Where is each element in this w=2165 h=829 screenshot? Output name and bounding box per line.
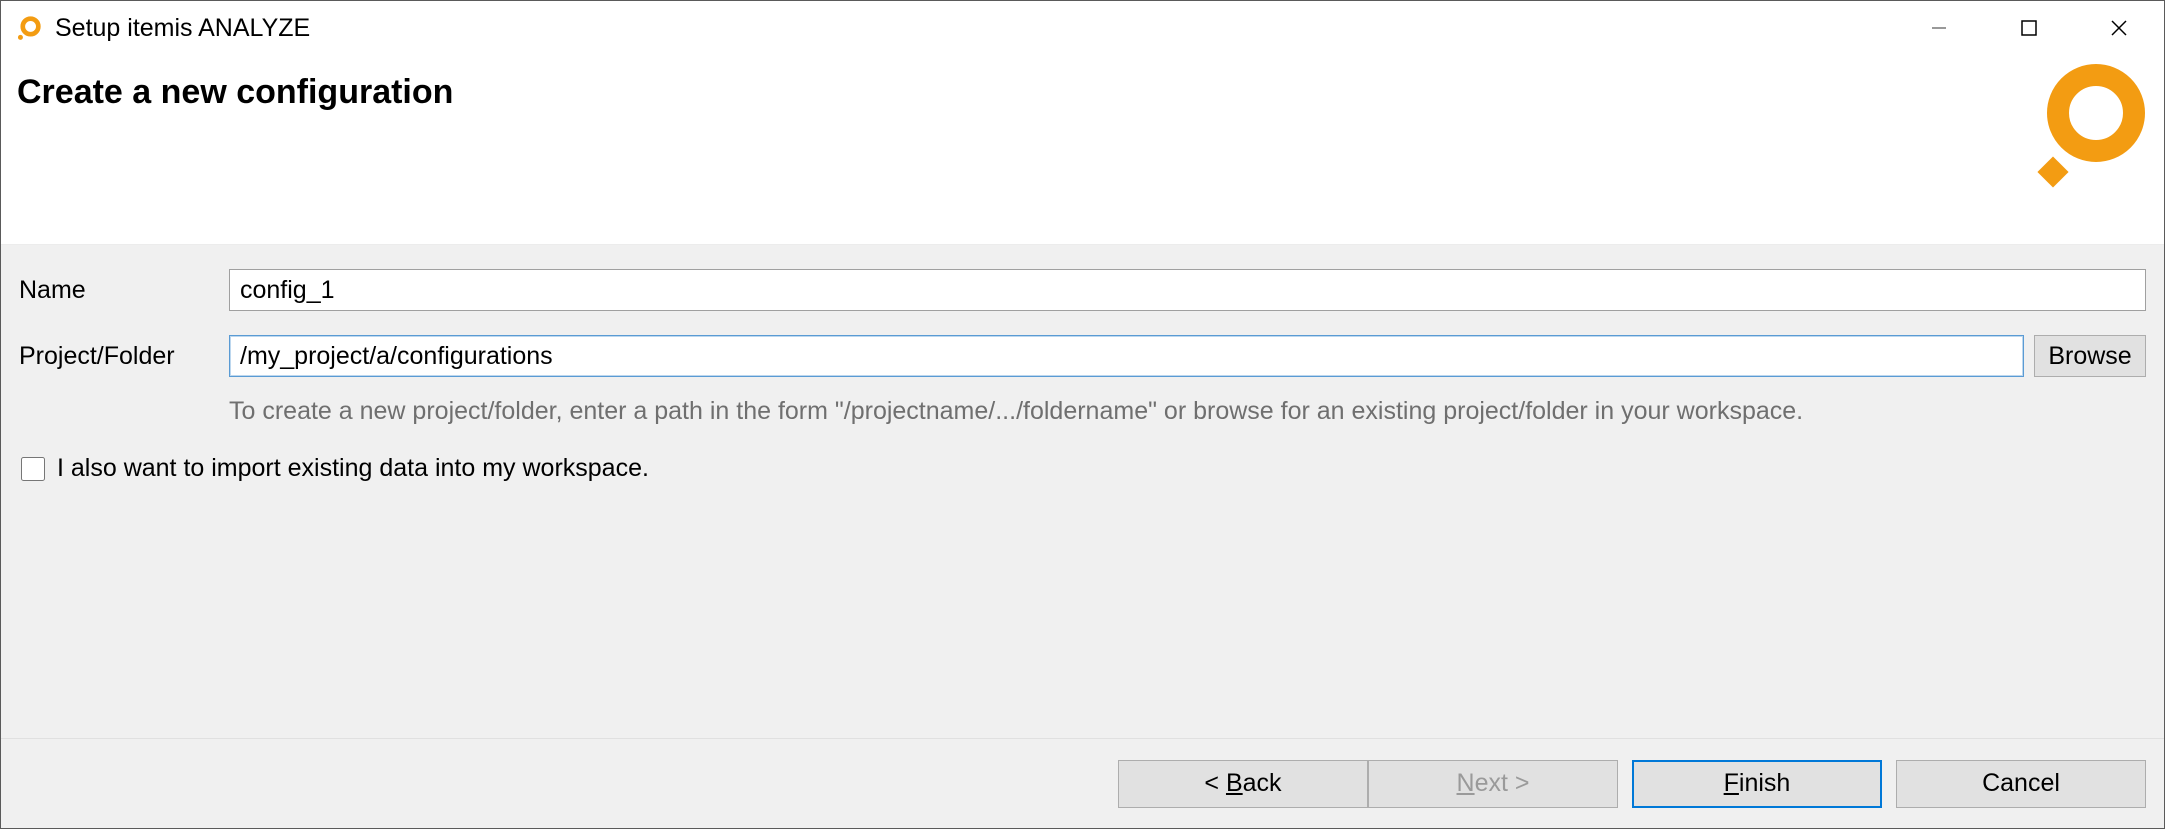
import-checkbox-label: I also want to import existing data into… — [57, 454, 649, 483]
import-checkbox[interactable] — [21, 457, 45, 481]
next-button: Next > — [1368, 760, 1618, 808]
folder-help-text: To create a new project/folder, enter a … — [229, 397, 2146, 426]
dialog-window: Setup itemis ANALYZE Create a new config… — [0, 0, 2165, 829]
folder-row: Project/Folder Browse — [19, 335, 2146, 377]
back-button[interactable]: < Back — [1118, 760, 1368, 808]
app-icon — [15, 14, 43, 42]
product-logo-icon — [2018, 61, 2148, 191]
wizard-footer: < Back Next > Finish Cancel — [1, 738, 2164, 828]
import-checkbox-row: I also want to import existing data into… — [19, 454, 2146, 483]
form-body: Name Project/Folder Browse To create a n… — [1, 245, 2164, 738]
page-title: Create a new configuration — [17, 73, 453, 112]
finish-button[interactable]: Finish — [1632, 760, 1882, 808]
close-button[interactable] — [2074, 1, 2164, 55]
window-title: Setup itemis ANALYZE — [55, 14, 310, 43]
folder-label: Project/Folder — [19, 342, 229, 371]
minimize-button[interactable] — [1894, 1, 1984, 55]
cancel-button[interactable]: Cancel — [1896, 760, 2146, 808]
browse-button[interactable]: Browse — [2034, 335, 2146, 377]
maximize-button[interactable] — [1984, 1, 2074, 55]
titlebar: Setup itemis ANALYZE — [1, 1, 2164, 55]
folder-input[interactable] — [229, 335, 2024, 377]
name-row: Name — [19, 269, 2146, 311]
wizard-banner: Create a new configuration — [1, 55, 2164, 245]
name-input[interactable] — [229, 269, 2146, 311]
name-label: Name — [19, 276, 229, 305]
